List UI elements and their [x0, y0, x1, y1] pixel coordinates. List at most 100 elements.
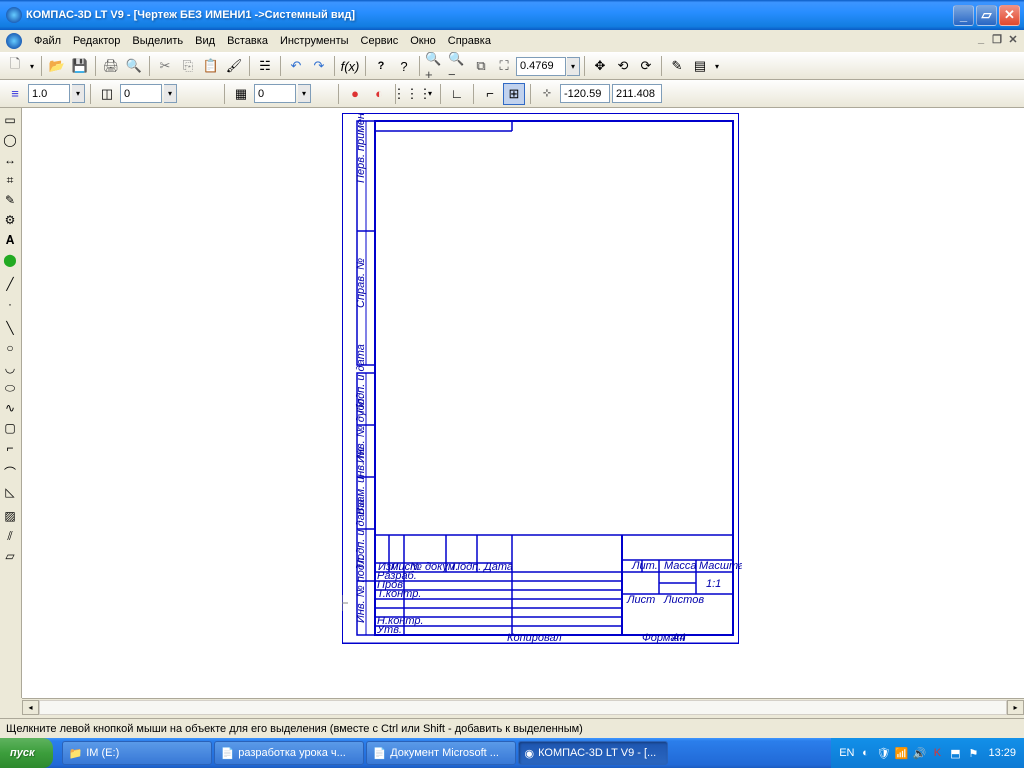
undo-button[interactable]: ↶ [285, 55, 307, 77]
variables-button[interactable]: f(x) [339, 55, 361, 77]
brush-button[interactable]: 🖌 [223, 55, 245, 77]
circle-tool[interactable]: ○ [0, 338, 20, 358]
layer-icon[interactable]: ◫ [96, 83, 118, 105]
coord-x-input[interactable] [560, 84, 610, 103]
coord-y-input[interactable] [612, 84, 662, 103]
hatch-icon[interactable]: ▦ [230, 83, 252, 105]
menu-insert[interactable]: Вставка [221, 33, 274, 49]
system-tray[interactable]: EN ◐ 🛡 📶 🔊 K ⬒ ⚑ 13:29 [831, 738, 1024, 768]
copy-button[interactable]: ⎘ [177, 55, 199, 77]
maximize-button[interactable]: ▱ [976, 5, 997, 26]
snap-button[interactable]: ⊞ [503, 83, 525, 105]
tray-icon-6[interactable]: ⬒ [948, 746, 962, 760]
edit-mode-button[interactable]: ✎ [666, 55, 688, 77]
mdi-minimize[interactable]: _ [974, 33, 988, 46]
drawing-canvas[interactable]: Изм. Лист № докум. Подп. Дата Разраб. Пр… [22, 108, 1024, 698]
menu-help[interactable]: Справка [442, 33, 497, 49]
ellipse-tool[interactable]: ⬭ [0, 378, 20, 398]
arc-tool[interactable]: ◡ [0, 358, 20, 378]
zoom-input[interactable] [516, 57, 566, 76]
line-tool[interactable]: ╱ [0, 274, 20, 294]
geometry-tool[interactable]: ◯ [0, 130, 20, 150]
new-dropdown[interactable]: ▾ [27, 55, 37, 77]
tray-icon-7[interactable]: ⚑ [966, 746, 980, 760]
hatch-dropdown[interactable]: ▾ [298, 84, 311, 103]
zoom-window-button[interactable]: ⧉ [470, 55, 492, 77]
equidist-tool[interactable]: ⫽ [0, 526, 20, 546]
zoom-dropdown[interactable]: ▾ [567, 57, 580, 76]
spline-tool[interactable]: ∿ [0, 398, 20, 418]
menu-service[interactable]: Сервис [355, 33, 405, 49]
properties-button[interactable]: ☵ [254, 55, 276, 77]
snap-mid-button[interactable]: ◐ [368, 83, 390, 105]
help-cursor-button[interactable]: ? [370, 55, 392, 77]
menu-view[interactable]: Вид [189, 33, 221, 49]
mdi-close[interactable]: ✕ [1006, 33, 1020, 46]
layer-input[interactable] [120, 84, 162, 103]
select-tool[interactable]: ▭ [0, 110, 20, 130]
close-button[interactable]: ✕ [999, 5, 1020, 26]
menu-window[interactable]: Окно [404, 33, 442, 49]
line-style-icon[interactable]: ≡ [4, 83, 26, 105]
tray-icon-4[interactable]: 🔊 [912, 746, 926, 760]
start-button[interactable]: пуск [0, 738, 53, 768]
canvas-hscroll[interactable]: ◂ ▸ [22, 698, 1024, 715]
layer-dropdown[interactable]: ▾ [164, 84, 177, 103]
grid-dropdown[interactable]: ▾ [425, 83, 435, 105]
preview-button[interactable]: 🔍 [123, 55, 145, 77]
contour-tool[interactable]: ▱ [0, 546, 20, 566]
pan-button[interactable]: ✥ [589, 55, 611, 77]
chamfer-tool[interactable]: ◺ [0, 482, 20, 502]
ortho-button[interactable]: ∟ [446, 83, 468, 105]
zoom-fit-button[interactable]: ⛶ [493, 55, 515, 77]
tray-icon-2[interactable]: 🛡 [876, 746, 890, 760]
task-kompas[interactable]: ◉КОМПАС-3D LT V9 - [... [518, 741, 668, 765]
menu-edit[interactable]: Редактор [67, 33, 126, 49]
symbols-tool[interactable]: ⌗ [0, 170, 20, 190]
line-style-input[interactable] [28, 84, 70, 103]
zoom-out-button[interactable]: 🔍− [447, 55, 469, 77]
rectangle-tool[interactable]: ▢ [0, 418, 20, 438]
print-button[interactable]: 🖨 [100, 55, 122, 77]
hatch-input[interactable] [254, 84, 296, 103]
mdi-restore[interactable]: ❐ [990, 33, 1004, 46]
hatch-tool[interactable]: ▨ [0, 506, 20, 526]
redo-button[interactable]: ↷ [308, 55, 330, 77]
menu-select[interactable]: Выделить [126, 33, 189, 49]
task-im[interactable]: 📁IM (E:) [62, 741, 212, 765]
line-style-dropdown[interactable]: ▾ [72, 84, 85, 103]
zoom-in-button[interactable]: 🔍+ [424, 55, 446, 77]
polyline-tool[interactable]: ⌐ [0, 438, 20, 458]
zoom-prev-button[interactable]: ⟲ [612, 55, 634, 77]
context-help-button[interactable]: ? [393, 55, 415, 77]
task-word2[interactable]: 📄Документ Microsoft ... [366, 741, 516, 765]
point-tool[interactable]: · [0, 294, 20, 314]
edit-tool[interactable]: ✎ [0, 190, 20, 210]
fillet-tool[interactable]: ⌒ [0, 462, 20, 482]
params-tool[interactable]: ⚙ [0, 210, 20, 230]
spec-tool[interactable]: ⬤ [0, 250, 20, 270]
minimize-button[interactable]: _ [953, 5, 974, 26]
open-button[interactable]: 📂 [46, 55, 68, 77]
paste-button[interactable]: 📋 [200, 55, 222, 77]
scroll-left-button[interactable]: ◂ [22, 700, 39, 715]
tray-icon-3[interactable]: 📶 [894, 746, 908, 760]
task-word1[interactable]: 📄разработка урока ч... [214, 741, 364, 765]
new-button[interactable]: 🗋 [4, 55, 26, 77]
layers-button[interactable]: ▤ [689, 55, 711, 77]
snap-end-button[interactable]: ● [344, 83, 366, 105]
tray-clock[interactable]: 13:29 [988, 747, 1016, 759]
tray-lang[interactable]: EN [839, 747, 854, 759]
scroll-right-button[interactable]: ▸ [1007, 700, 1024, 715]
measure-tool[interactable]: 𝐀 [0, 230, 20, 250]
save-button[interactable]: 💾 [69, 55, 91, 77]
refresh-button[interactable]: ⟳ [635, 55, 657, 77]
cut-button[interactable]: ✂ [154, 55, 176, 77]
menu-file[interactable]: Файл [28, 33, 67, 49]
menu-instruments[interactable]: Инструменты [274, 33, 355, 49]
dimension-tool[interactable]: ↔ [0, 150, 20, 170]
tray-icon-5[interactable]: K [930, 746, 944, 760]
aux-line-tool[interactable]: ╲ [0, 318, 20, 338]
tray-icon-1[interactable]: ◐ [858, 746, 872, 760]
local-cs-button[interactable]: ⌐ [479, 83, 501, 105]
